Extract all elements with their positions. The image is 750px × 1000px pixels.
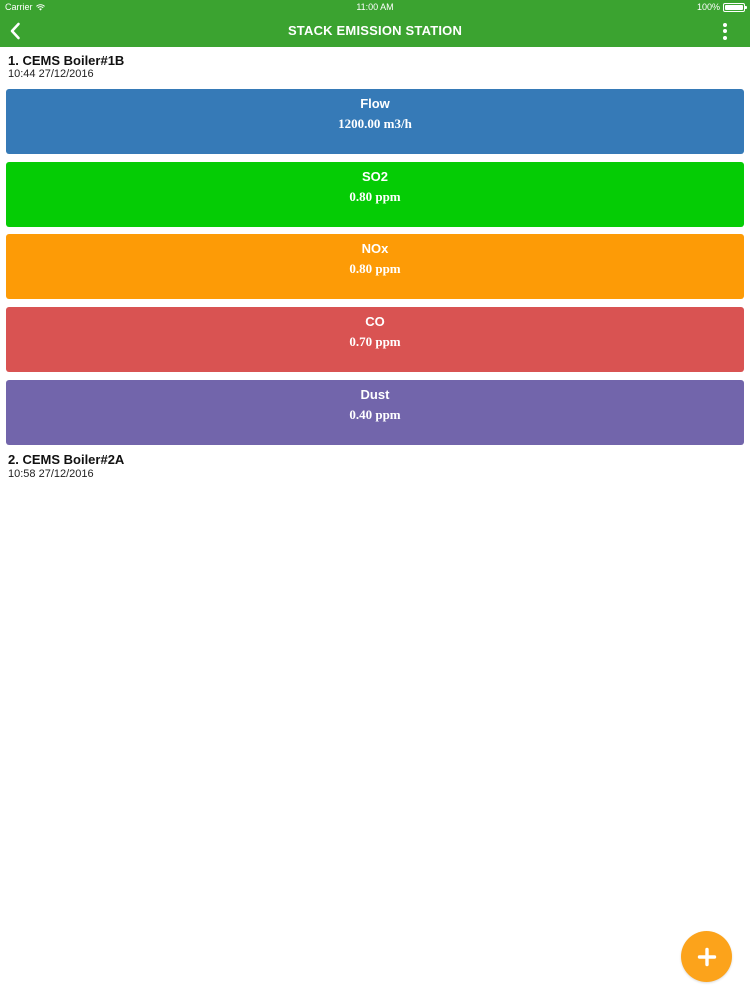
metric-label: CO <box>365 314 385 329</box>
status-bar: Carrier 11:00 AM 100% <box>0 0 750 14</box>
station-timestamp: 10:44 27/12/2016 <box>8 68 94 80</box>
metric-value: 0.70 ppm <box>349 334 401 349</box>
more-vertical-icon <box>723 22 727 40</box>
station-name: 1. CEMS Boiler#1B <box>8 53 125 68</box>
station-name: 2. CEMS Boiler#2A <box>8 452 125 467</box>
metric-value: 0.80 ppm <box>349 189 401 204</box>
metric-card-co[interactable]: CO 0.70 ppm <box>6 307 744 372</box>
add-button[interactable] <box>681 931 732 982</box>
metric-label: Flow <box>360 96 390 111</box>
metric-card-flow[interactable]: Flow 1200.00 m3/h <box>6 89 744 154</box>
app-header: Carrier 11:00 AM 100% STACK EMISSION STA… <box>0 0 750 47</box>
metric-value: 0.80 ppm <box>349 261 401 276</box>
metric-card-nox[interactable]: NOx 0.80 ppm <box>6 234 744 299</box>
metric-value: 0.40 ppm <box>349 407 401 422</box>
battery-icon <box>723 2 747 12</box>
station-timestamp: 10:58 27/12/2016 <box>8 468 94 480</box>
clock: 11:00 AM <box>356 2 394 12</box>
plus-icon <box>697 947 716 966</box>
more-options-button[interactable] <box>718 20 732 42</box>
battery-percent: 100% <box>696 2 720 12</box>
metric-card-so2[interactable]: SO2 0.80 ppm <box>6 162 744 227</box>
metric-label: Dust <box>360 387 390 402</box>
status-right: 100% <box>696 0 747 14</box>
metric-label: SO2 <box>361 169 388 184</box>
metric-card-dust[interactable]: Dust 0.40 ppm <box>6 380 744 445</box>
page-title: STACK EMISSION STATION <box>287 23 463 38</box>
metric-value: 1200.00 m3/h <box>338 116 412 131</box>
metric-label: NOx <box>361 241 389 256</box>
